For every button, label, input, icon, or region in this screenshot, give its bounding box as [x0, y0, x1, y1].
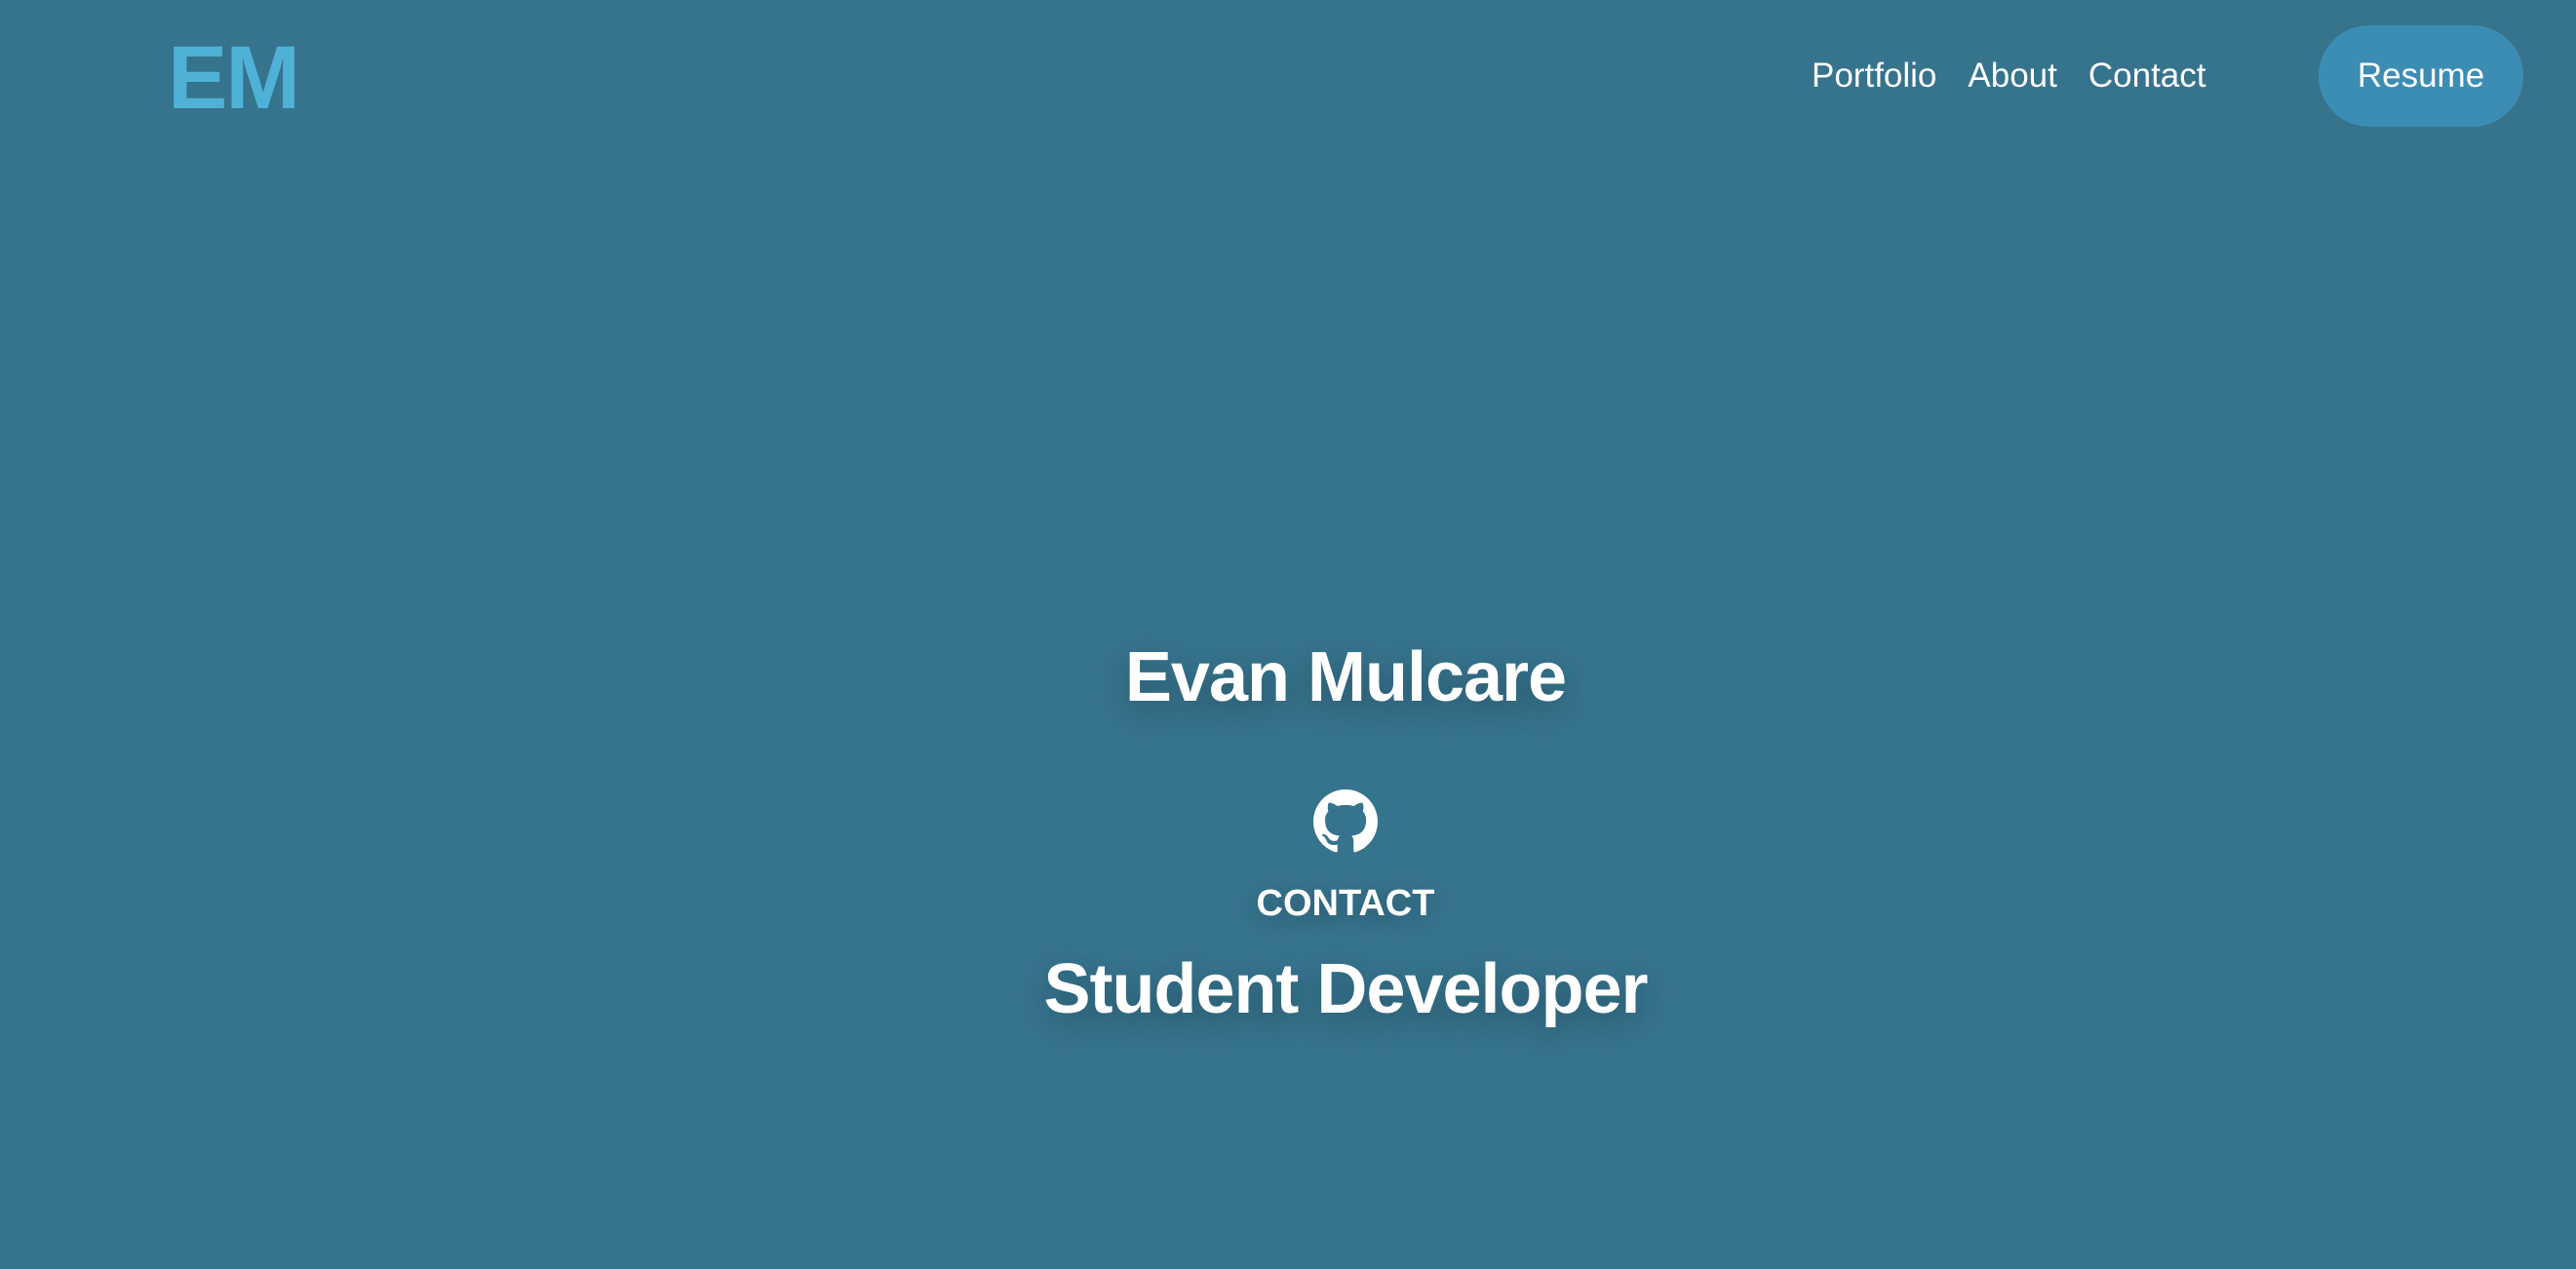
hero-name: Evan Mulcare: [1124, 638, 1567, 716]
resume-button[interactable]: Resume: [2319, 25, 2523, 127]
contact-link[interactable]: CONTACT: [0, 879, 2576, 928]
page: EM Portfolio About Contact Resume Evan M…: [0, 0, 2576, 1269]
nav-portfolio-link[interactable]: Portfolio: [1812, 51, 1936, 101]
github-icon-svg: [1313, 789, 1378, 853]
github-icon[interactable]: [1313, 789, 1378, 854]
nav-about-link[interactable]: About: [1968, 51, 2056, 101]
nav-contact-link[interactable]: Contact: [2088, 51, 2206, 101]
main-nav: Portfolio About Contact: [1812, 51, 2206, 101]
logo[interactable]: EM: [168, 29, 300, 127]
hero-role: Student Developer: [1043, 950, 1648, 1028]
